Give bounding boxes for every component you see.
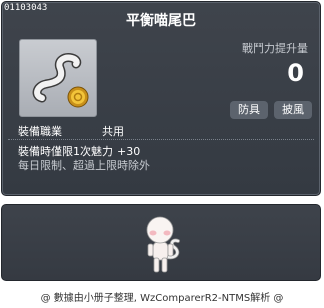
divider xyxy=(8,139,314,140)
item-tooltip: 01103043 平衡喵尾巴 戰鬥力提升量 0 防具 披風 裝備職業 共用 裝備… xyxy=(1,1,321,196)
white-cat-tail-with-gold-coin-icon xyxy=(32,53,89,108)
tag-cape: 披風 xyxy=(274,101,312,119)
stat-value: 0 xyxy=(287,59,304,87)
character-preview-panel xyxy=(1,204,321,281)
character-wearing-cat-tail-preview xyxy=(146,216,180,273)
limit-text: 每日限制、超過上限時除外 xyxy=(18,159,150,172)
job-label: 裝備職業 xyxy=(18,125,62,138)
tag-armor: 防具 xyxy=(230,101,268,119)
job-value: 共用 xyxy=(102,125,124,138)
stat-label: 戰鬥力提升量 xyxy=(242,42,308,55)
item-name: 平衡喵尾巴 xyxy=(126,13,196,29)
item-icon-frame xyxy=(19,39,97,117)
credit-footer: @ 數據由小册子整理, WzComparerR2-NTMS解析 @ xyxy=(40,293,284,304)
